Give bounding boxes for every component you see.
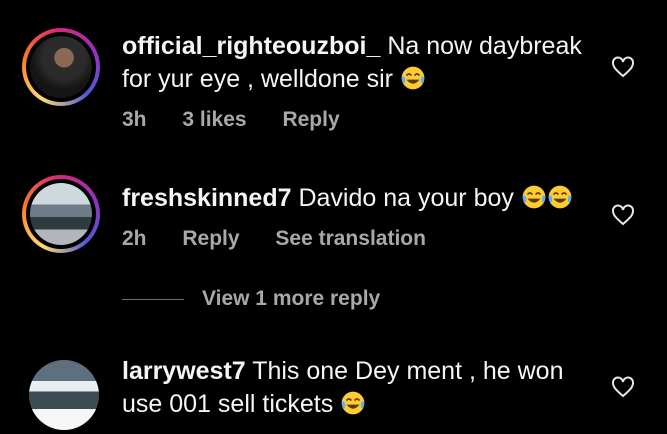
- comment-time: 2h: [122, 227, 147, 250]
- heart-icon[interactable]: [611, 55, 635, 79]
- comment-username[interactable]: official_righteouzboi_: [122, 32, 380, 60]
- comment-text: larrywest7 This one Dey ment , he won us…: [122, 355, 602, 421]
- comment-text: freshskinned7 Davido na your boy: [122, 182, 602, 215]
- laughing-emoji-icon: [340, 390, 366, 416]
- see-translation-button[interactable]: See translation: [275, 227, 426, 250]
- comment-body: Davido na your boy: [298, 184, 514, 212]
- comment-meta: 3h 3 likes Reply: [122, 108, 370, 132]
- avatar[interactable]: [29, 360, 99, 430]
- laughing-emoji-icon: [547, 184, 573, 210]
- heart-icon[interactable]: [611, 375, 635, 399]
- heart-icon[interactable]: [611, 203, 635, 227]
- reply-button[interactable]: Reply: [282, 108, 339, 131]
- avatar[interactable]: [22, 175, 100, 253]
- thread-divider: [122, 298, 184, 300]
- comment-meta: 2h Reply See translation: [122, 227, 456, 251]
- comment-likes[interactable]: 3 likes: [182, 108, 246, 131]
- comment-username[interactable]: larrywest7: [122, 357, 246, 385]
- avatar[interactable]: [22, 28, 100, 106]
- laughing-emoji-icon: [521, 184, 547, 210]
- view-replies-button[interactable]: View 1 more reply: [122, 287, 380, 311]
- avatar-photo: [30, 36, 92, 98]
- comment-username[interactable]: freshskinned7: [122, 184, 292, 212]
- reply-button[interactable]: Reply: [182, 227, 239, 250]
- view-replies-label: View 1 more reply: [202, 287, 381, 310]
- laughing-emoji-icon: [400, 65, 426, 91]
- comment-text: official_righteouzboi_ Na now daybreak f…: [122, 30, 602, 96]
- avatar-photo: [30, 183, 92, 245]
- comment-time: 3h: [122, 108, 147, 131]
